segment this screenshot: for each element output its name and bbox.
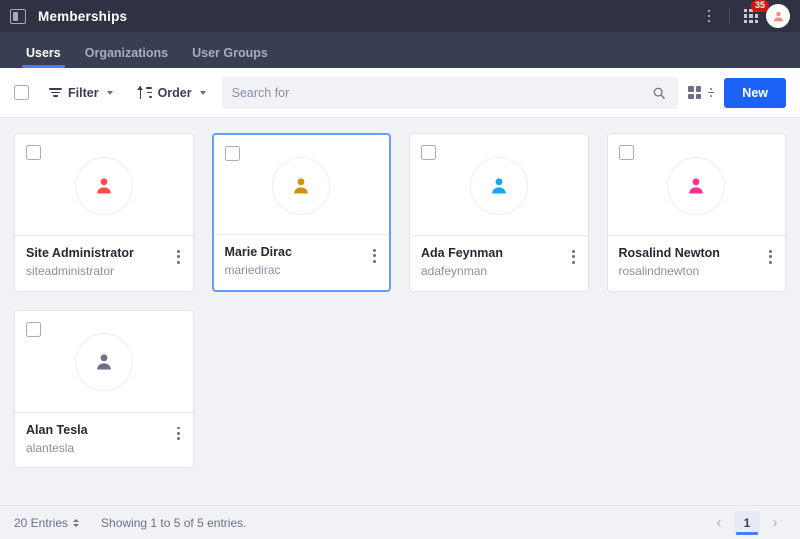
avatar[interactable] (766, 4, 790, 28)
user-icon (96, 177, 111, 193)
search-box (221, 76, 679, 109)
user-card-username: siteadministrator (26, 263, 115, 278)
user-card[interactable]: Site Administrator siteadministrator (14, 133, 194, 292)
user-avatar (469, 156, 528, 215)
pagination-footer: 20 Entries Showing 1 to 5 of 5 entries. … (0, 505, 800, 539)
user-card-name: Rosalind Newton (618, 246, 720, 260)
user-card-body: Site Administrator siteadministrator (15, 235, 193, 291)
page-title: Memberships (38, 8, 128, 24)
user-card-name: Marie Dirac (224, 245, 292, 259)
user-card-text: Ada Feynman adafeynman (421, 245, 566, 280)
sort-icon (137, 86, 152, 99)
user-card-menu-icon[interactable] (171, 422, 182, 441)
user-card-top (214, 135, 390, 234)
chevron-down-icon (199, 90, 206, 95)
user-card-menu-icon[interactable] (367, 244, 378, 263)
search-icon (653, 87, 666, 99)
stepper-icon (73, 518, 80, 527)
user-card-checkbox[interactable] (26, 321, 41, 337)
user-card[interactable]: Marie Dirac mariedirac (211, 133, 391, 292)
user-card-checkbox[interactable] (224, 146, 240, 161)
user-card-username: adafeynman (421, 263, 488, 278)
user-card-body: Rosalind Newton rosalindnewton (607, 235, 785, 291)
apps-grid-icon[interactable]: 35 (740, 0, 770, 27)
user-card-checkbox[interactable] (421, 145, 436, 160)
user-icon (96, 354, 111, 370)
order-button[interactable]: Order (133, 82, 212, 104)
user-card-text: Marie Dirac mariedirac (225, 244, 368, 279)
header-divider (729, 8, 730, 24)
grid-view-icon[interactable] (688, 86, 702, 99)
new-button[interactable]: New (724, 77, 786, 108)
view-toggle-group (688, 86, 715, 99)
user-card-name: Site Administrator (26, 246, 134, 260)
header-overflow-menu-icon[interactable] (699, 4, 719, 28)
tab-organizations[interactable]: Organizations (73, 46, 180, 69)
user-card-body: Marie Dirac mariedirac (213, 234, 389, 290)
user-card-username: alantesla (26, 440, 75, 455)
user-card-menu-icon[interactable] (763, 245, 774, 264)
user-card-text: Site Administrator siteadministrator (26, 245, 171, 280)
user-card[interactable]: Ada Feynman adafeynman (409, 133, 589, 292)
previous-page-button[interactable]: ‹ (708, 512, 730, 534)
user-card[interactable]: Alan Tesla alantesla (14, 309, 194, 469)
user-card-checkbox[interactable] (26, 145, 41, 160)
select-all-checkbox[interactable] (14, 85, 29, 100)
filter-label: Filter (68, 85, 99, 100)
user-icon (689, 177, 704, 193)
user-card-top (15, 311, 193, 412)
filter-icon (49, 87, 62, 99)
user-card-checkbox[interactable] (618, 145, 634, 160)
user-card-menu-icon[interactable] (566, 245, 577, 264)
user-card[interactable]: Rosalind Newton rosalindnewton (606, 133, 786, 292)
search-input[interactable] (231, 85, 651, 100)
tab-bar: Users Organizations User Groups (0, 32, 800, 68)
user-avatar (272, 156, 331, 215)
page-1-button[interactable]: 1 (734, 510, 760, 535)
user-card-text: Rosalind Newton rosalindnewton (619, 245, 764, 280)
next-page-button[interactable]: › (764, 512, 786, 534)
view-options-icon[interactable] (708, 87, 715, 98)
showing-entries-text: Showing 1 to 5 of 5 entries. (101, 515, 247, 530)
user-card-name: Ada Feynman (421, 246, 503, 260)
tab-users[interactable]: Users (14, 46, 73, 69)
pagination-controls: ‹ 1 › (708, 510, 786, 535)
header-right-group: 35 (699, 0, 790, 32)
tab-user-groups[interactable]: User Groups (180, 46, 280, 69)
user-card-text: Alan Tesla alantesla (26, 422, 171, 457)
user-icon (491, 177, 506, 193)
user-card-top (410, 134, 588, 235)
chevron-down-icon (106, 90, 113, 95)
user-icon (294, 177, 309, 193)
notification-badge: 35 (751, 0, 770, 12)
search-button[interactable] (650, 84, 668, 102)
user-avatar (74, 333, 133, 392)
panel-toggle-icon[interactable] (10, 8, 26, 24)
memberships-app: Memberships 35 Users Organizations User … (0, 0, 800, 539)
entries-per-page-label: 20 Entries (14, 515, 69, 530)
entries-per-page-selector[interactable]: 20 Entries (14, 515, 80, 530)
user-avatar-icon (773, 11, 783, 21)
user-card-username: mariedirac (224, 262, 281, 277)
order-label: Order (157, 85, 192, 100)
filter-button[interactable]: Filter (43, 82, 119, 104)
user-avatar (74, 156, 133, 215)
header-left-group: Memberships (10, 8, 128, 24)
user-card-top (15, 134, 193, 235)
user-card-top (608, 134, 786, 235)
user-avatar (667, 156, 726, 215)
user-card-body: Ada Feynman adafeynman (410, 235, 588, 291)
users-content: Site Administrator siteadministrator Mar… (0, 118, 800, 505)
management-toolbar: Filter Order Search for New (0, 68, 800, 118)
user-card-menu-icon[interactable] (171, 245, 182, 264)
user-card-username: rosalindnewton (618, 263, 700, 278)
user-card-body: Alan Tesla alantesla (15, 411, 193, 468)
user-card-name: Alan Tesla (26, 422, 88, 437)
user-card-grid: Site Administrator siteadministrator Mar… (14, 133, 786, 469)
app-header: Memberships 35 (0, 0, 800, 32)
